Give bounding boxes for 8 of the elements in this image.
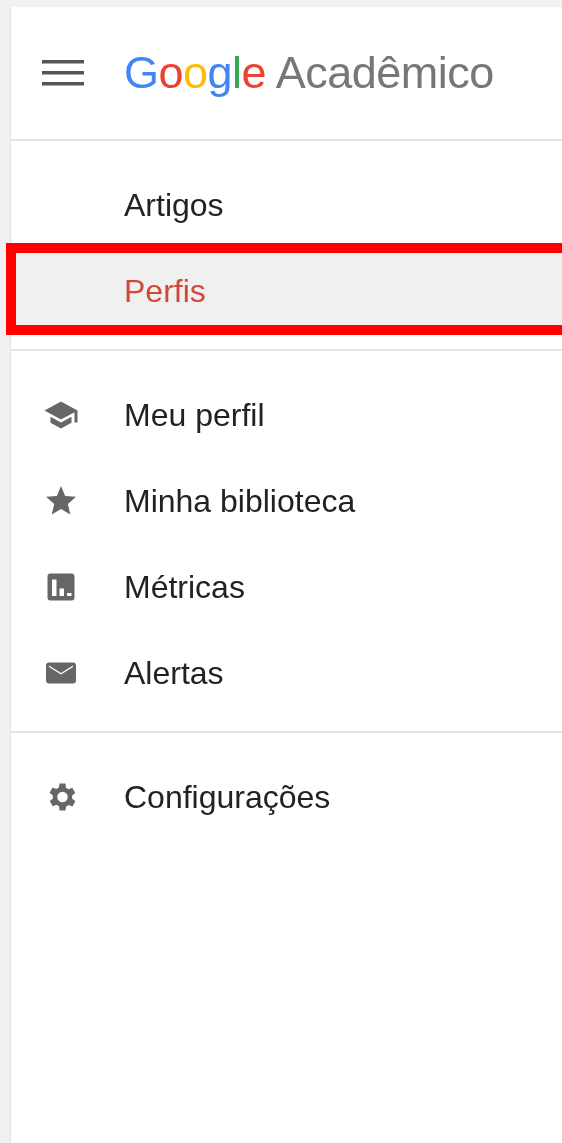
- menu-item[interactable]: Artigos: [11, 162, 562, 248]
- menu-item[interactable]: Meu perfil: [11, 372, 562, 458]
- menu-item[interactable]: Métricas: [11, 544, 562, 630]
- menu-item[interactable]: Minha biblioteca: [11, 458, 562, 544]
- menu-icon[interactable]: [42, 60, 84, 86]
- logo[interactable]: Google Acadêmico: [124, 47, 494, 99]
- menu-item[interactable]: Configurações: [11, 754, 562, 840]
- menu-item[interactable]: Alertas: [11, 630, 562, 716]
